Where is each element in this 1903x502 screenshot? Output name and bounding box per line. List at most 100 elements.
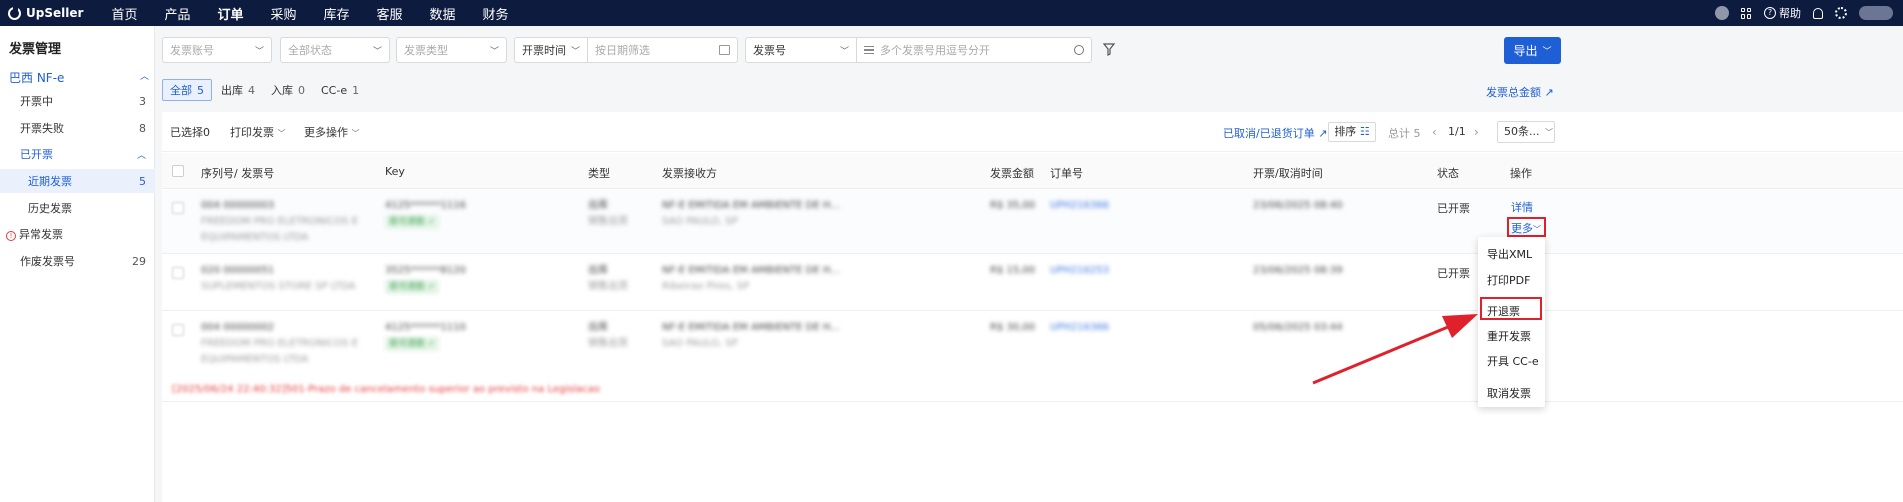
row-checkbox[interactable] xyxy=(172,267,184,279)
top-right-tools: ? 帮助 xyxy=(1715,0,1903,26)
menu-item-issue-cce[interactable]: 开具 CC-e xyxy=(1487,353,1539,369)
serial-number: 004 00000003 xyxy=(201,200,275,211)
issuer-name: SUPLEMENTOS STORE SP LTDA xyxy=(201,281,356,292)
page-size-value: 50条... xyxy=(1504,125,1540,138)
order-cell: UPH216253 xyxy=(1050,263,1109,279)
invoice-total-amount-link[interactable]: 发票总金额 ↗ xyxy=(1486,84,1554,100)
next-page-icon[interactable]: › xyxy=(1474,125,1479,139)
sidebar-item-abnormal[interactable]: ! 异常发票 xyxy=(0,222,155,246)
print-invoice-button[interactable]: 打印发票 ﹀ xyxy=(230,124,286,140)
sort-button[interactable]: 排序 ☷ xyxy=(1328,122,1376,142)
sidebar-item-issued[interactable]: 已开票 ︿ xyxy=(0,142,155,166)
account-avatar[interactable] xyxy=(1859,6,1893,20)
serial-cell: 004 00000002 FREEDOM PRO ELETRONICOS E E… xyxy=(201,320,358,368)
table-row[interactable]: 004 00000003 FREEDOM PRO ELETRONICOS E E… xyxy=(162,190,1903,254)
more-actions-menu: 导出XML 打印PDF 开退票 重开发票 开具 CC-e 取消发票 xyxy=(1478,237,1545,407)
page-indicator: 1/1 xyxy=(1448,125,1466,138)
selected-count: 已选择0 xyxy=(170,124,210,140)
more-ops-label: 更多操作 xyxy=(304,126,348,139)
date-filter-input[interactable]: 按日期筛选 xyxy=(587,37,738,63)
nav-item-finance[interactable]: 财务 xyxy=(469,4,522,23)
table-row[interactable]: 020 00000051 SUPLEMENTOS STORE SP LTDA 3… xyxy=(162,255,1903,311)
order-link[interactable]: UPH216366 xyxy=(1050,322,1109,333)
col-time: 开票/取消时间 xyxy=(1253,167,1323,180)
tab-outbound[interactable]: 出库 4 xyxy=(214,79,262,101)
type-cell: 出库 销售出货 xyxy=(588,320,628,352)
details-link[interactable]: 详情 xyxy=(1511,199,1533,215)
nav-item-products[interactable]: 产品 xyxy=(151,4,204,23)
order-link[interactable]: UPH216253 xyxy=(1050,265,1109,276)
nav-item-orders[interactable]: 订单 xyxy=(204,4,257,23)
help-button[interactable]: ? 帮助 xyxy=(1764,5,1801,21)
external-link-icon: ↗ xyxy=(1544,86,1554,99)
invoice-type-select[interactable]: 发票类型 ﹀ xyxy=(396,37,507,63)
invoice-type: 出库 xyxy=(588,322,608,333)
prev-page-icon[interactable]: ‹ xyxy=(1432,125,1437,139)
order-link[interactable]: UPH216366 xyxy=(1050,200,1109,211)
time-field-select[interactable]: 开票时间 ﹀ xyxy=(514,37,588,63)
tab-all[interactable]: 全部 5 xyxy=(162,79,212,101)
logo-icon xyxy=(8,5,21,20)
invoice-number-search-input[interactable]: 多个发票号用逗号分开 xyxy=(856,37,1092,63)
bell-icon[interactable] xyxy=(1813,7,1823,19)
menu-item-print-pdf[interactable]: 打印PDF xyxy=(1487,272,1530,288)
upseller-logo[interactable]: UpSeller xyxy=(0,5,98,20)
time-cell: 05/06/2025 03:44 xyxy=(1253,322,1343,333)
invoice-type: 出库 xyxy=(588,200,608,211)
select-value: 开票时间 xyxy=(522,44,566,57)
status-select[interactable]: 全部状态 ﹀ xyxy=(280,37,390,63)
nav-item-home[interactable]: 首页 xyxy=(98,4,151,23)
invoice-account-select[interactable]: 发票账号 ﹀ xyxy=(162,37,272,63)
sidebar-item-label: 开票中 xyxy=(20,95,53,108)
sidebar-group-brazil-nfe[interactable]: 巴西 NF-e ︿ xyxy=(9,69,149,86)
status-dot-icon[interactable] xyxy=(1715,6,1729,20)
issuer-name: FREEDOM PRO ELETRONICOS E xyxy=(201,216,359,227)
search-icon[interactable] xyxy=(1074,45,1084,55)
selected-label: 已选择 xyxy=(170,126,203,139)
logo-text: UpSeller xyxy=(26,6,84,20)
sidebar-item-count: 3 xyxy=(139,94,146,108)
key-cell: 3525******8120 是可退款 ✓ xyxy=(385,263,466,295)
sidebar-item-history[interactable]: 历史发票 xyxy=(0,196,155,220)
nav-item-data[interactable]: 数据 xyxy=(416,4,469,23)
sort-label: 排序 xyxy=(1334,125,1357,138)
apps-grid-icon[interactable] xyxy=(1741,7,1752,19)
tab-inbound[interactable]: 入库 0 xyxy=(264,79,312,101)
tab-cce[interactable]: CC-e 1 xyxy=(314,79,366,101)
sidebar-item-label: 已开票 xyxy=(20,148,53,161)
select-placeholder: 发票账号 xyxy=(170,44,214,57)
chevron-down-icon: ﹀ xyxy=(277,129,286,138)
export-button[interactable]: 导出 ﹀ xyxy=(1504,37,1561,64)
select-all-checkbox[interactable] xyxy=(172,165,184,177)
chevron-down-icon: ﹀ xyxy=(839,46,849,57)
gear-icon[interactable] xyxy=(1835,7,1847,19)
serial-cell: 020 00000051 SUPLEMENTOS STORE SP LTDA xyxy=(201,263,356,295)
filter-funnel-icon[interactable] xyxy=(1103,43,1115,56)
number-field-select[interactable]: 发票号 ﹀ xyxy=(745,37,857,63)
nav-item-inventory[interactable]: 库存 xyxy=(310,4,363,23)
sidebar-item-failed[interactable]: 开票失败 8 xyxy=(0,116,155,140)
sidebar-item-voided-numbers[interactable]: 作废发票号 29 xyxy=(0,249,155,273)
row-checkbox[interactable] xyxy=(172,324,184,336)
menu-item-export-xml[interactable]: 导出XML xyxy=(1487,246,1532,262)
sort-icon: ☷ xyxy=(1359,125,1370,138)
nav-item-purchase[interactable]: 采购 xyxy=(257,4,310,23)
sidebar-item-recent[interactable]: 近期发票 5 xyxy=(0,169,155,193)
nav-item-service[interactable]: 客服 xyxy=(363,4,416,23)
menu-item-cancel-invoice[interactable]: 取消发票 xyxy=(1487,385,1531,401)
row-checkbox[interactable] xyxy=(172,202,184,214)
sidebar-item-issuing[interactable]: 开票中 3 xyxy=(0,89,155,113)
issuer-name-line2: EQUIPAMENTOS LTDA xyxy=(201,354,309,365)
tab-label: 出库 xyxy=(221,84,243,97)
cancelled-returned-orders-link[interactable]: 已取消/已退货订单 ↗ xyxy=(1223,125,1327,141)
external-link-icon: ↗ xyxy=(1318,127,1328,140)
tab-count: 5 xyxy=(197,83,204,97)
more-operations-button[interactable]: 更多操作 ﹀ xyxy=(304,124,360,140)
col-serial: 序列号/ 发票号 xyxy=(201,167,275,180)
select-placeholder: 全部状态 xyxy=(288,44,332,57)
chevron-down-icon: ﹀ xyxy=(1545,128,1553,137)
status-badge: 是可退款 ✓ xyxy=(385,337,440,351)
page-size-select[interactable]: 50条... ﹀ xyxy=(1497,121,1555,143)
export-label: 导出 xyxy=(1513,44,1538,58)
menu-item-reissue[interactable]: 重开发票 xyxy=(1487,328,1531,344)
